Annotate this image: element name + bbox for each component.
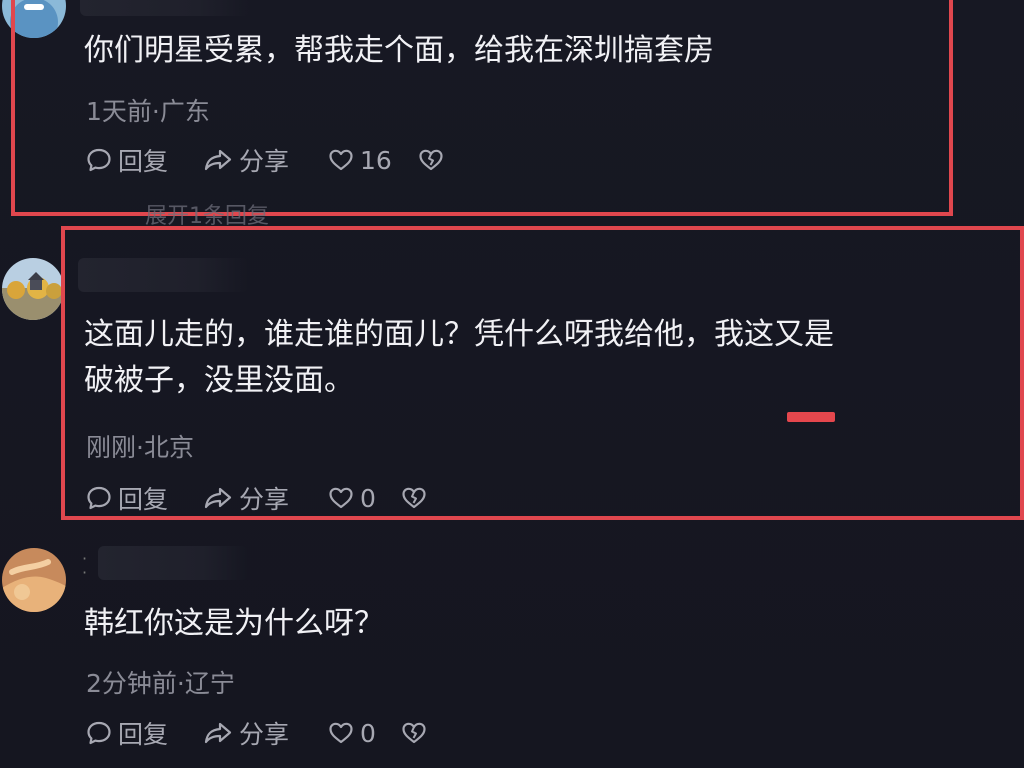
highlight-frame [61, 226, 1024, 520]
like-count: 0 [360, 718, 376, 748]
comment-text: 韩红你这是为什么呀？ [84, 606, 384, 641]
comment-meta: 2分钟前·辽宁 [86, 669, 235, 698]
comment-actions: 回复 分享 0 [86, 716, 466, 750]
reply-button[interactable]: 回复 [86, 716, 168, 750]
share-arrow-icon [204, 722, 232, 744]
red-mark [787, 412, 835, 422]
username-redacted [98, 546, 248, 580]
like-button[interactable]: 0 [328, 716, 376, 750]
highlight-frame [11, 0, 953, 216]
comment-feed: 你们明星受累，帮我走个面，给我在深圳搞套房 1天前·广东 回复 分享 16 展开… [0, 0, 1024, 768]
broken-heart-icon [402, 722, 426, 744]
heart-icon [329, 722, 353, 744]
comment-bubble-icon [87, 721, 111, 745]
share-button[interactable]: 分享 [203, 716, 289, 750]
more-options-icon[interactable]: · · [82, 551, 87, 581]
avatar[interactable] [2, 548, 66, 612]
avatar[interactable] [2, 258, 64, 320]
dislike-button[interactable] [401, 716, 433, 750]
